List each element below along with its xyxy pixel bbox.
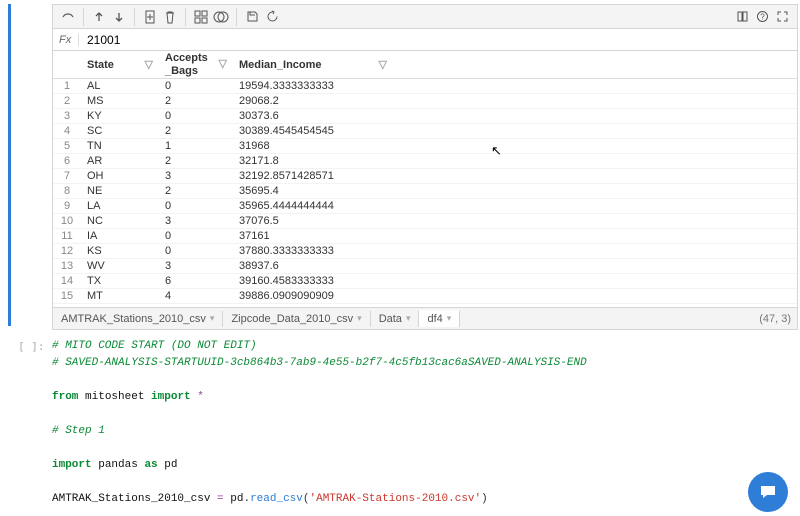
table-row[interactable]: 2MS229068.2: [53, 94, 797, 109]
table-row[interactable]: 10NC337076.5: [53, 214, 797, 229]
table-row[interactable]: 4SC230389.4545454545: [53, 124, 797, 139]
mito-toolbar: ?: [53, 5, 797, 29]
undo-redo-icon[interactable]: [59, 8, 77, 26]
cell-prompt: [ ]:: [18, 340, 45, 353]
column-header-accepts[interactable]: Accepts _Bags▽: [159, 52, 233, 76]
table-row[interactable]: 1AL019594.3333333333: [53, 79, 797, 94]
table-row[interactable]: 9LA035965.4444444444: [53, 199, 797, 214]
formula-input[interactable]: [79, 31, 797, 49]
table-row[interactable]: 13WV338937.6: [53, 259, 797, 274]
sheet-tab-active[interactable]: df4▾: [419, 310, 460, 327]
sheet-tab[interactable]: Zipcode_Data_2010_csv▾: [223, 311, 370, 327]
fullscreen-icon[interactable]: [773, 8, 791, 26]
chat-bubble-icon[interactable]: [748, 472, 788, 512]
table-row[interactable]: 12KS037880.3333333333: [53, 244, 797, 259]
formula-bar: Fx: [53, 29, 797, 51]
fx-label: Fx: [53, 34, 79, 46]
delete-icon[interactable]: [161, 8, 179, 26]
column-header-state[interactable]: State▽: [81, 58, 159, 71]
sheet-tabs: AMTRAK_Stations_2010_csv▾ Zipcode_Data_2…: [53, 307, 797, 329]
table-row[interactable]: 11IA037161: [53, 229, 797, 244]
table-row[interactable]: 5TN131968: [53, 139, 797, 154]
data-grid[interactable]: State▽ Accepts _Bags▽ Median_Income▽ 1AL…: [53, 51, 797, 307]
add-column-icon[interactable]: [141, 8, 159, 26]
pivot-icon[interactable]: [192, 8, 210, 26]
table-row[interactable]: 3KY030373.6: [53, 109, 797, 124]
save-icon[interactable]: [243, 8, 261, 26]
sheet-tab[interactable]: Data▾: [371, 311, 420, 327]
merge-icon[interactable]: [212, 8, 230, 26]
table-row[interactable]: 8NE235695.4: [53, 184, 797, 199]
filter-icon[interactable]: ▽: [145, 58, 153, 71]
table-row[interactable]: 14TX639160.4583333333: [53, 274, 797, 289]
header-row: State▽ Accepts _Bags▽ Median_Income▽: [53, 51, 797, 79]
table-row[interactable]: 15MT439886.0909090909: [53, 289, 797, 304]
docs-icon[interactable]: [733, 8, 751, 26]
arrow-up-icon[interactable]: [90, 8, 108, 26]
column-header-income[interactable]: Median_Income▽: [233, 58, 393, 71]
table-row[interactable]: 7OH332192.8571428571: [53, 169, 797, 184]
table-row[interactable]: 6AR232171.8: [53, 154, 797, 169]
svg-text:?: ?: [760, 13, 765, 22]
code-cell[interactable]: # MITO CODE START (DO NOT EDIT) # SAVED-…: [52, 338, 798, 516]
arrow-down-icon[interactable]: [110, 8, 128, 26]
filter-icon[interactable]: ▽: [219, 58, 227, 70]
help-icon[interactable]: ?: [753, 8, 771, 26]
sheet-dimensions: (47, 3): [759, 313, 797, 325]
filter-icon[interactable]: ▽: [379, 58, 387, 71]
sheet-tab[interactable]: AMTRAK_Stations_2010_csv▾: [53, 311, 223, 327]
refresh-icon[interactable]: [263, 8, 281, 26]
